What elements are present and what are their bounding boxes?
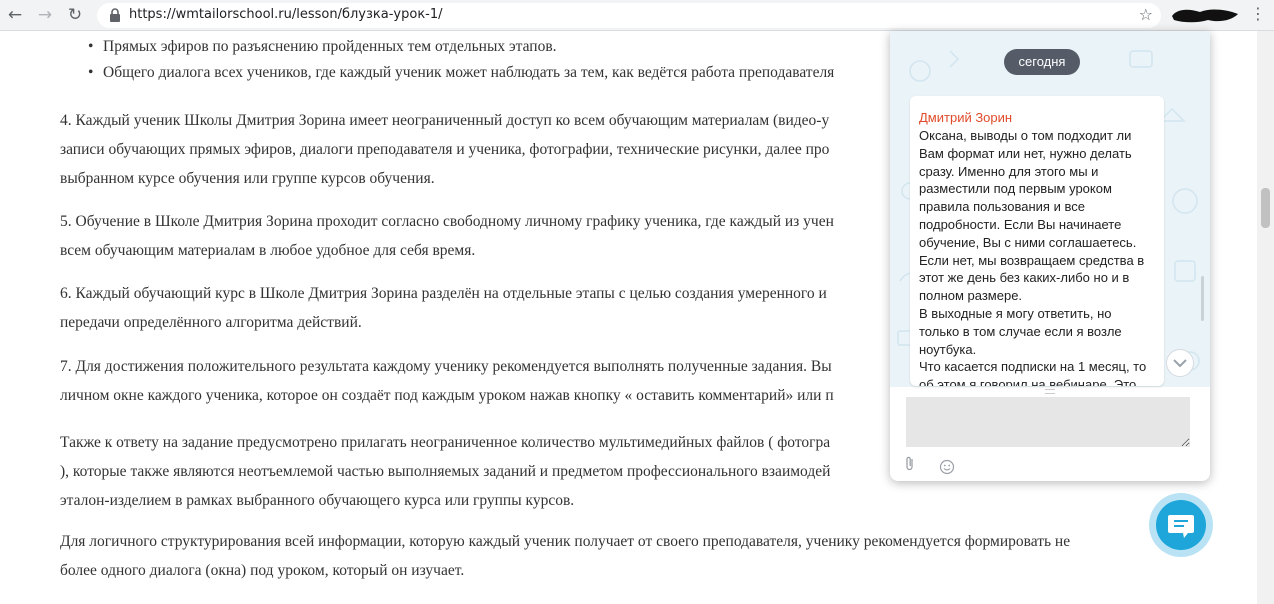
scrollbar-thumb[interactable] (1261, 188, 1270, 228)
text-line: записи обучающих прямых эфиров, диалоги … (60, 141, 830, 158)
chat-launcher-button[interactable] (1149, 493, 1213, 557)
text-line: 5. Обучение в Школе Дмитрия Зорина прохо… (60, 213, 834, 230)
message-line: разместили под первым уроком (919, 181, 1112, 197)
more-menu-icon[interactable]: ⋮ (1250, 4, 1266, 23)
text-line: всем обучающим материалам в любое удобно… (60, 242, 476, 259)
paperclip-icon[interactable] (903, 455, 917, 473)
message-sender: Дмитрий Зорин (919, 110, 1013, 125)
message-line: этот же день без каких-либо но и в (919, 270, 1130, 286)
chat-widget: сегодня Дмитрий Зорин Оксана, выводы о т… (890, 31, 1210, 481)
profile-avatar-redacted[interactable] (1170, 6, 1240, 24)
paragraph-4: 4. Каждый ученик Школы Дмитрия Зорина им… (60, 106, 829, 193)
message-line: Вам формат или нет, нужно делать (919, 145, 1132, 161)
message-line: В выходные я могу ответить, но (919, 305, 1112, 321)
text-line: Для логичного структурирования всей инфо… (60, 533, 1071, 550)
message-line: подробности. Если Вы начинаете (919, 216, 1122, 232)
message-input[interactable] (906, 397, 1190, 447)
date-divider-pill: сегодня (1004, 49, 1080, 75)
message-bubble: Дмитрий Зорин Оксана, выводы о том подхо… (910, 96, 1164, 386)
message-line: Что касается подписки на 1 месяц, то (919, 359, 1147, 375)
message-line: сразу. Именно для этого мы и (919, 163, 1099, 179)
chat-launcher-inner[interactable] (1156, 500, 1206, 550)
message-line: ноутбука. (919, 341, 977, 357)
paragraph-5: 5. Обучение в Школе Дмитрия Зорина прохо… (60, 207, 834, 265)
text-line: ), которые также являются неотъемлемой ч… (60, 463, 831, 480)
text-line: более одного диалога (окна) под уроком, … (60, 562, 465, 579)
arrow-right-icon: → (37, 5, 53, 25)
forward-button[interactable]: → (35, 5, 55, 25)
text-line: Также к ответу на задание предусмотрено … (60, 434, 831, 451)
lock-icon (110, 8, 120, 22)
paragraph-7: 7. Для достижения положительного результ… (60, 352, 834, 410)
text-line: 7. Для достижения положительного результ… (60, 358, 832, 375)
message-line: обучение, Вы с ними соглашаетесь. (919, 234, 1137, 250)
text-line: 6. Каждый обучающий курс в Школе Дмитрия… (60, 285, 827, 302)
bookmark-star-icon[interactable]: ☆ (1139, 5, 1153, 24)
back-button[interactable]: ← (5, 5, 25, 25)
message-line: полном размере. (919, 288, 1023, 304)
message-line: Если нет, мы возвращаем средства в (919, 252, 1145, 268)
page-scrollbar[interactable] (1257, 31, 1274, 604)
scroll-down-button[interactable] (1166, 349, 1194, 377)
reload-icon: ↻ (67, 5, 83, 25)
text-line: 4. Каждый ученик Школы Дмитрия Зорина им… (60, 112, 830, 129)
text-line: передачи определённого алгоритма действи… (60, 314, 362, 331)
address-bar[interactable]: https://wmtailorschool.ru/lesson/блузка-… (97, 3, 1161, 28)
text-line: выбранном курсе обучения или группе курс… (60, 170, 435, 187)
chat-message-area[interactable]: сегодня Дмитрий Зорин Оксана, выводы о т… (890, 31, 1210, 387)
reload-button[interactable]: ↻ (65, 5, 85, 25)
text-line: эталон-изделием в рамках выбранного обуч… (60, 492, 575, 509)
paragraph-6: 6. Каждый обучающий курс в Школе Дмитрия… (60, 279, 827, 337)
resize-grip[interactable] (1045, 389, 1055, 394)
message-line: Оксана, выводы о том подходит ли (919, 128, 1132, 143)
emoji-icon[interactable] (939, 459, 955, 475)
message-line: об этом я говорил на вебинаре. Это (919, 377, 1137, 386)
text-line: личном окне каждого ученика, которое он … (60, 387, 834, 404)
url-text: https://wmtailorschool.ru/lesson/блузка-… (129, 7, 443, 22)
browser-toolbar: ← → ↻ https://wmtailorschool.ru/lesson/б… (0, 0, 1274, 31)
chevron-down-icon (1173, 359, 1187, 368)
chat-scrollbar[interactable] (1201, 276, 1204, 321)
chat-bubble-icon (1168, 515, 1194, 538)
message-text: Оксана, выводы о том подходит ли Вам фор… (919, 127, 1157, 386)
paragraph-attachments: Также к ответу на задание предусмотрено … (60, 428, 830, 515)
message-line: только в том случае если я возле (919, 323, 1122, 339)
arrow-left-icon: ← (7, 5, 23, 25)
message-line: правила пользования и все (919, 199, 1085, 215)
paragraph-structure: Для логичного структурирования всей инфо… (60, 527, 1070, 585)
